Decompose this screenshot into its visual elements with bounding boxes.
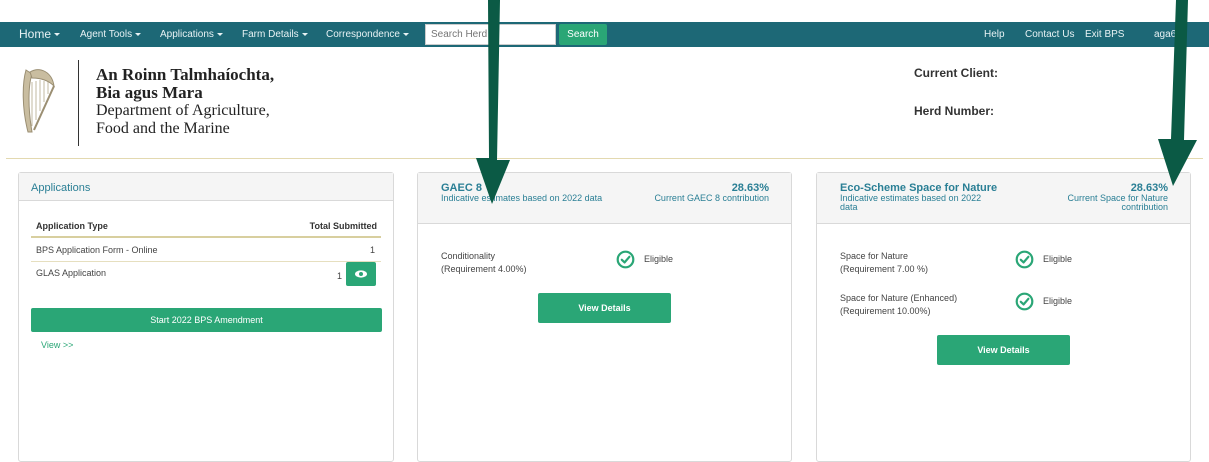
eligibility-status: Eligible xyxy=(644,254,674,264)
check-circle-icon xyxy=(616,250,635,269)
view-application-button[interactable] xyxy=(346,262,376,286)
nav-home-label: Home xyxy=(19,27,52,41)
nav-agent-tools[interactable]: Agent Tools xyxy=(80,22,142,47)
nav-agent-tools-label: Agent Tools xyxy=(80,29,133,40)
criterion-requirement: (Requirement 7.00 %) xyxy=(840,264,929,274)
view-link[interactable]: View >> xyxy=(41,340,73,350)
chevron-down-icon xyxy=(216,32,223,36)
table-row-total: 1 xyxy=(337,271,343,281)
col-header-total-submitted: Total Submitted xyxy=(309,221,377,231)
current-client-label: Current Client: xyxy=(914,66,998,80)
dept-name-english-2: Food and the Marine xyxy=(96,120,230,137)
chevron-down-icon xyxy=(54,33,61,37)
nav-farm-details-label: Farm Details xyxy=(242,29,299,40)
dept-name-irish-1: An Roinn Talmhaíochta, xyxy=(96,65,275,84)
department-name: An Roinn Talmhaíochta, Bia agus Mara Dep… xyxy=(96,66,274,138)
search-button[interactable]: Search xyxy=(559,24,607,45)
dept-name-english-1: Department of Agriculture, xyxy=(96,102,270,119)
applications-panel-title: Applications xyxy=(31,182,91,194)
criterion-requirement: (Requirement 4.00%) xyxy=(441,264,527,274)
chevron-down-icon xyxy=(135,32,142,36)
gaec8-percent-label: Current GAEC 8 contribution xyxy=(654,193,769,203)
nav-contact-us[interactable]: Contact Us xyxy=(1025,22,1074,47)
check-circle-icon xyxy=(1015,250,1034,269)
annotation-arrow-icon xyxy=(476,0,510,204)
eco-scheme-percent-label: Current Space for Nature contribution xyxy=(1067,193,1168,212)
start-bps-amendment-button[interactable]: Start 2022 BPS Amendment xyxy=(31,308,382,332)
herd-number-label: Herd Number: xyxy=(914,104,995,118)
table-row-type: BPS Application Form - Online xyxy=(36,245,158,255)
gaec8-subtitle: Indicative estimates based on 2022 data xyxy=(441,193,603,203)
eligibility-status: Eligible xyxy=(1043,296,1073,306)
annotation-arrow-icon xyxy=(1158,0,1197,186)
table-row-divider xyxy=(31,261,381,262)
view-details-button[interactable]: View Details xyxy=(538,293,671,323)
nav-applications-label: Applications xyxy=(160,29,214,40)
table-row-type: GLAS Application xyxy=(36,268,107,278)
nav-correspondence-label: Correspondence xyxy=(326,29,400,40)
eye-icon xyxy=(355,270,367,278)
criterion-requirement: (Requirement 10.00%) xyxy=(840,306,931,316)
harp-logo-icon xyxy=(18,64,58,139)
chevron-down-icon xyxy=(402,32,409,36)
gaec8-card: GAEC 8 Indicative estimates based on 202… xyxy=(417,172,792,462)
criterion-label: Space for Nature (Requirement 7.00 %) xyxy=(840,250,928,276)
eco-scheme-subtitle: Indicative estimates based on 2022 data xyxy=(840,193,982,212)
applications-panel: Applications Application Type Total Subm… xyxy=(18,172,394,462)
view-details-button[interactable]: View Details xyxy=(937,335,1070,365)
criterion-name: Space for Nature (Enhanced) xyxy=(840,293,958,303)
dept-name-irish-2: Bia agus Mara xyxy=(96,83,203,102)
check-circle-icon xyxy=(1015,292,1034,311)
table-row-total: 1 xyxy=(369,245,375,255)
nav-farm-details[interactable]: Farm Details xyxy=(242,22,308,47)
nav-help[interactable]: Help xyxy=(984,22,1005,47)
nav-correspondence[interactable]: Correspondence xyxy=(326,22,409,47)
col-header-application-type: Application Type xyxy=(36,221,108,231)
chevron-down-icon xyxy=(301,32,308,36)
nav-applications[interactable]: Applications xyxy=(160,22,223,47)
header-divider xyxy=(6,158,1203,159)
nav-exit-bps[interactable]: Exit BPS xyxy=(1085,22,1124,47)
top-navigation: Home Agent Tools Applications Farm Detai… xyxy=(0,0,1209,47)
nav-home[interactable]: Home xyxy=(19,22,61,47)
eco-scheme-card: Eco-Scheme Space for Nature Indicative e… xyxy=(816,172,1191,462)
criterion-name: Space for Nature xyxy=(840,251,909,261)
eligibility-status: Eligible xyxy=(1043,254,1073,264)
criterion-name: Conditionality xyxy=(441,251,496,261)
criterion-label: Space for Nature (Enhanced) (Requirement… xyxy=(840,292,957,318)
table-header-divider xyxy=(31,236,381,238)
logo-divider xyxy=(78,60,79,146)
criterion-label: Conditionality (Requirement 4.00%) xyxy=(441,250,527,276)
